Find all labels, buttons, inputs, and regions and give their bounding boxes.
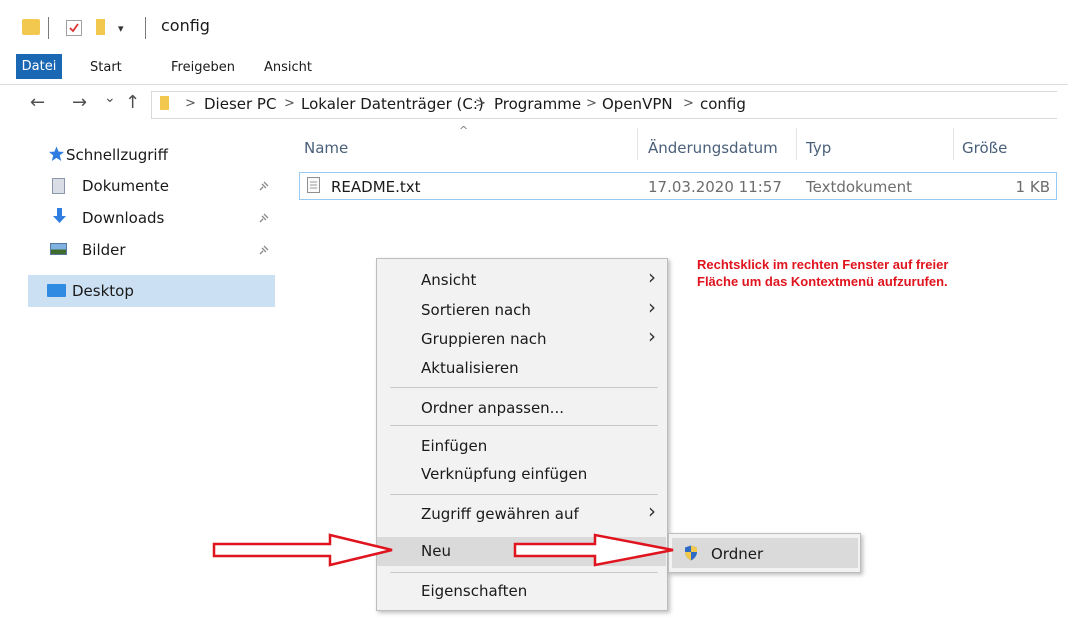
- menu-item-gruppieren-nach[interactable]: Gruppieren nach: [421, 330, 547, 348]
- file-date: 17.03.2020 11:57: [648, 178, 782, 196]
- ribbon-divider: [0, 84, 1068, 85]
- tab-datei[interactable]: Datei: [16, 54, 62, 79]
- star-icon: [48, 146, 65, 166]
- pin-icon[interactable]: [258, 212, 270, 227]
- breadcrumb-programme[interactable]: Programme: [494, 95, 581, 113]
- toolbar-separator: [48, 17, 49, 39]
- folder-icon[interactable]: [22, 19, 40, 35]
- annotation-text: Rechtsklick im rechten Fenster auf freie…: [697, 256, 987, 290]
- file-name[interactable]: README.txt: [331, 178, 421, 196]
- menu-item-ordner-anpassen[interactable]: Ordner anpassen...: [421, 399, 564, 417]
- menu-item-eigenschaften[interactable]: Eigenschaften: [421, 582, 527, 600]
- breadcrumb-config[interactable]: config: [700, 95, 746, 113]
- menu-item-einfuegen[interactable]: Einfügen: [421, 437, 487, 455]
- menu-item-aktualisieren[interactable]: Aktualisieren: [421, 359, 519, 377]
- breadcrumb-dieser-pc[interactable]: Dieser PC: [204, 95, 276, 113]
- breadcrumb-separator: >: [475, 96, 486, 111]
- chevron-right-icon: ›: [648, 295, 656, 319]
- menu-item-sortieren-nach[interactable]: Sortieren nach: [421, 301, 531, 319]
- back-arrow-icon[interactable]: ←: [30, 92, 45, 113]
- breadcrumb-lokaler-datentraeger[interactable]: Lokaler Datenträger (C:): [301, 95, 484, 113]
- column-header-name[interactable]: Name: [304, 139, 348, 157]
- menu-separator: [390, 425, 658, 426]
- text-file-icon: [307, 177, 320, 193]
- column-divider[interactable]: [953, 128, 954, 160]
- pin-icon[interactable]: [258, 180, 270, 195]
- sidebar-item-bilder[interactable]: Bilder: [82, 241, 126, 259]
- column-divider[interactable]: [796, 128, 797, 160]
- address-folder-icon: [160, 96, 169, 110]
- pin-icon[interactable]: [258, 244, 270, 259]
- menu-separator: [390, 572, 658, 573]
- forward-arrow-icon[interactable]: →: [72, 92, 87, 113]
- file-type: Textdokument: [806, 178, 912, 196]
- chevron-right-icon: ›: [648, 265, 656, 289]
- tab-start[interactable]: Start: [90, 60, 122, 75]
- title-separator: [145, 17, 146, 39]
- annotation-line: Fläche um das Kontextmenü aufzurufen.: [697, 274, 948, 289]
- file-size: 1 KB: [1015, 178, 1050, 196]
- sidebar-item-schnellzugriff[interactable]: Schnellzugriff: [66, 146, 168, 164]
- window-title: config: [161, 16, 210, 35]
- menu-item-verknuepfung-einfuegen[interactable]: Verknüpfung einfügen: [421, 465, 587, 483]
- recent-locations-icon[interactable]: ⌄: [104, 90, 116, 106]
- breadcrumb-separator: >: [586, 96, 597, 111]
- sidebar-item-dokumente[interactable]: Dokumente: [82, 177, 169, 195]
- annotation-line: Rechtsklick im rechten Fenster auf freie…: [697, 257, 949, 272]
- quick-access-dropdown-icon[interactable]: ▾: [118, 22, 124, 35]
- breadcrumb-separator: >: [284, 96, 295, 111]
- annotation-arrow-icon: [513, 533, 674, 567]
- menu-item-neu[interactable]: Neu: [421, 542, 451, 560]
- download-arrow-icon: [52, 208, 67, 229]
- menu-separator: [390, 494, 658, 495]
- new-folder-icon[interactable]: [96, 19, 105, 35]
- tab-ansicht[interactable]: Ansicht: [264, 60, 312, 75]
- up-arrow-icon[interactable]: ↑: [125, 92, 140, 113]
- sidebar-item-label: Desktop: [72, 282, 134, 300]
- column-header-size[interactable]: Größe: [962, 139, 1007, 157]
- column-header-type[interactable]: Typ: [806, 139, 831, 157]
- sidebar-item-downloads[interactable]: Downloads: [82, 209, 164, 227]
- sort-ascending-icon: ^: [459, 124, 469, 137]
- submenu-item-label: Ordner: [711, 545, 764, 563]
- column-divider[interactable]: [637, 128, 638, 160]
- menu-separator: [390, 387, 658, 388]
- breadcrumb-separator: >: [683, 96, 694, 111]
- breadcrumb-openvpn[interactable]: OpenVPN: [602, 95, 673, 113]
- properties-check-icon[interactable]: [66, 20, 82, 36]
- column-header-date[interactable]: Änderungsdatum: [648, 139, 778, 157]
- desktop-icon: [47, 284, 66, 297]
- breadcrumb-separator: >: [185, 96, 196, 111]
- pictures-icon: [50, 243, 67, 255]
- submenu-item-ordner[interactable]: [672, 538, 858, 568]
- tab-freigeben[interactable]: Freigeben: [171, 60, 235, 75]
- chevron-right-icon: ›: [648, 499, 656, 523]
- menu-item-zugriff-gewaehren-auf[interactable]: Zugriff gewähren auf: [421, 505, 579, 523]
- documents-icon: [52, 178, 65, 194]
- annotation-arrow-icon: [212, 533, 393, 567]
- shield-icon: [684, 545, 698, 565]
- menu-item-ansicht[interactable]: Ansicht: [421, 271, 476, 289]
- chevron-right-icon: ›: [648, 324, 656, 348]
